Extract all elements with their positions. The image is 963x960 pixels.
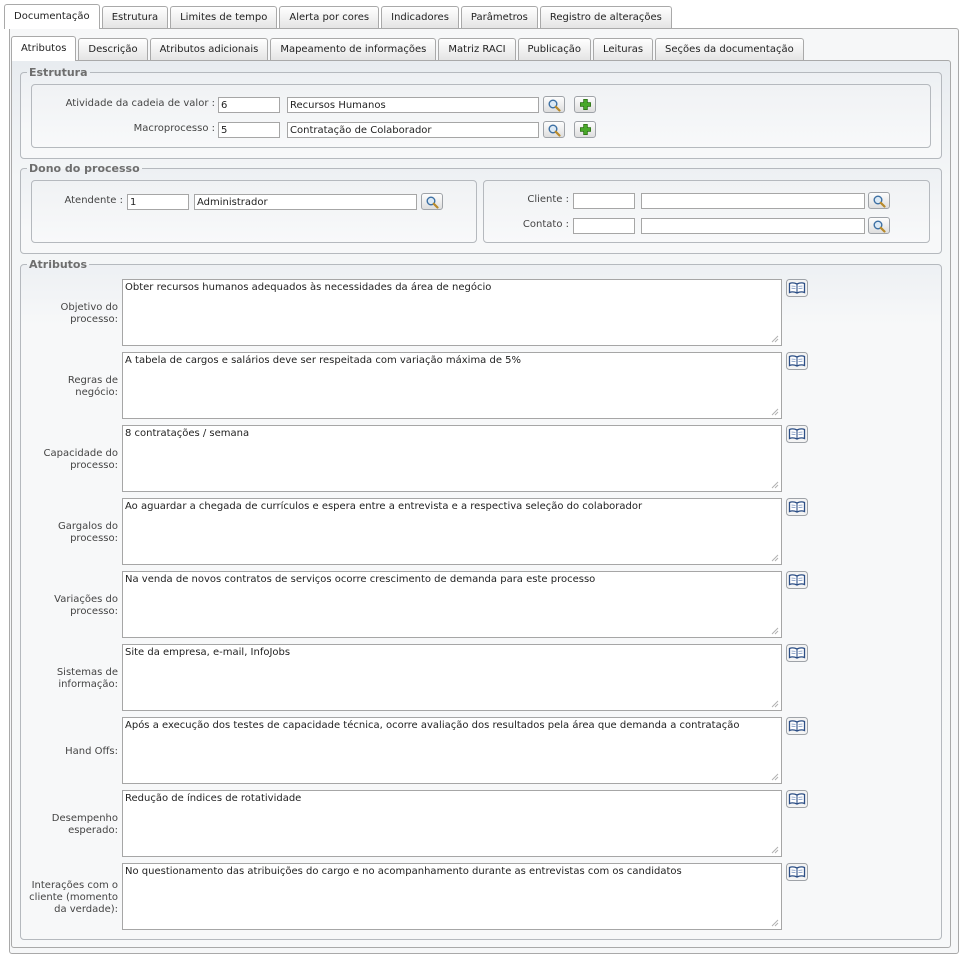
atividade-code-field[interactable]: 6: [218, 97, 280, 113]
outer-tab-bar: Documentação Estrutura Limites de tempo …: [4, 4, 674, 29]
book-icon[interactable]: [786, 644, 808, 662]
objetivo-text: Obter recursos humanos adequados às nece…: [125, 282, 492, 293]
book-icon[interactable]: [786, 790, 808, 808]
book-icon[interactable]: [786, 863, 808, 881]
gargalos-text: Ao aguardar a chegada de currículos e es…: [125, 501, 643, 512]
resize-grip-icon[interactable]: [771, 481, 779, 489]
capacidade-text: 8 contratações / semana: [125, 428, 250, 439]
book-icon[interactable]: [786, 279, 808, 297]
atendente-box: [31, 180, 477, 243]
sistemas-textarea[interactable]: Site da empresa, e-mail, InfoJobs: [122, 644, 782, 711]
regras-label: Regras de negócio:: [67, 375, 118, 398]
resize-grip-icon[interactable]: [771, 335, 779, 343]
resize-grip-icon[interactable]: [771, 700, 779, 708]
gargalos-textarea[interactable]: Ao aguardar a chegada de currículos e es…: [122, 498, 782, 565]
macroprocesso-add-button[interactable]: [574, 121, 596, 138]
variacoes-textarea[interactable]: Na venda de novos contratos de serviços …: [122, 571, 782, 638]
variacoes-label: Variações do processo:: [54, 594, 118, 617]
tab-descricao[interactable]: Descrição: [78, 38, 148, 61]
tab-leituras[interactable]: Leituras: [593, 38, 654, 61]
atividade-add-button[interactable]: [574, 96, 596, 113]
interacoes-label: Interações com o cliente (momento da ver…: [29, 880, 118, 915]
regras-textarea[interactable]: A tabela de cargos e salários deve ser r…: [122, 352, 782, 419]
cliente-name-field[interactable]: [641, 193, 865, 209]
macroprocesso-search-button[interactable]: [543, 121, 565, 138]
cliente-search-button[interactable]: [868, 192, 890, 209]
tab-atributos[interactable]: Atributos: [11, 36, 77, 61]
sistemas-text: Site da empresa, e-mail, InfoJobs: [125, 647, 291, 658]
variacoes-text: Na venda de novos contratos de serviços …: [125, 574, 596, 585]
atributos-legend: Atributos: [29, 258, 88, 271]
contato-name-field[interactable]: [641, 218, 865, 234]
sistemas-label: Sistemas de informação:: [56, 667, 118, 690]
tab-matriz-raci[interactable]: Matriz RACI: [438, 38, 516, 61]
tab-estrutura[interactable]: Estrutura: [101, 6, 169, 29]
contato-code-field[interactable]: [573, 218, 635, 234]
inner-tab-bar: Atributos Descrição Atributos adicionais…: [11, 36, 806, 61]
resize-grip-icon[interactable]: [771, 773, 779, 781]
tab-alerta-por-cores[interactable]: Alerta por cores: [279, 6, 380, 29]
gargalos-label: Gargalos do processo:: [57, 521, 118, 544]
estrutura-box: [31, 84, 931, 148]
cliente-label: Cliente :: [527, 194, 569, 205]
tab-secoes-da-documentacao[interactable]: Seções da documentação: [655, 38, 804, 61]
resize-grip-icon[interactable]: [771, 408, 779, 416]
search-icon: [872, 194, 886, 208]
interacoes-text: No questionamento das atribuições do car…: [125, 866, 682, 877]
cliente-code-field[interactable]: [573, 193, 635, 209]
search-icon: [425, 195, 439, 209]
plus-icon: [579, 123, 592, 136]
book-icon[interactable]: [786, 571, 808, 589]
atendente-name-field[interactable]: Administrador: [194, 194, 417, 210]
resize-grip-icon[interactable]: [771, 554, 779, 562]
search-icon: [547, 123, 561, 137]
book-icon[interactable]: [786, 498, 808, 516]
tab-registro-de-alteracoes[interactable]: Registro de alterações: [539, 6, 672, 29]
interacoes-textarea[interactable]: No questionamento das atribuições do car…: [122, 863, 782, 930]
macroprocesso-code-field[interactable]: 5: [218, 122, 280, 138]
tab-atributos-adicionais[interactable]: Atributos adicionais: [149, 38, 269, 61]
objetivo-label: Objetivo do processo:: [60, 302, 118, 325]
objetivo-textarea[interactable]: Obter recursos humanos adequados às nece…: [122, 279, 782, 346]
book-icon[interactable]: [786, 425, 808, 443]
resize-grip-icon[interactable]: [771, 919, 779, 927]
atendente-label: Atendente :: [64, 195, 123, 206]
resize-grip-icon[interactable]: [771, 846, 779, 854]
contato-search-button[interactable]: [868, 217, 890, 234]
search-icon: [547, 98, 561, 112]
regras-text: A tabela de cargos e salários deve ser r…: [125, 355, 522, 366]
search-icon: [872, 219, 886, 233]
handoffs-text: Após a execução dos testes de capacidade…: [125, 720, 740, 731]
tab-publicacao[interactable]: Publicação: [517, 38, 591, 61]
atividade-search-button[interactable]: [543, 96, 565, 113]
desempenho-label: Desempenho esperado:: [51, 813, 118, 836]
atendente-code-field[interactable]: 1: [127, 194, 189, 210]
tab-parametros[interactable]: Parâmetros: [460, 6, 538, 29]
resize-grip-icon[interactable]: [771, 627, 779, 635]
tab-indicadores[interactable]: Indicadores: [381, 6, 459, 29]
handoffs-textarea[interactable]: Após a execução dos testes de capacidade…: [122, 717, 782, 784]
plus-icon: [579, 98, 592, 111]
handoffs-label: Hand Offs:: [65, 746, 118, 757]
macroprocesso-name-field[interactable]: Contratação de Colaborador: [287, 122, 539, 138]
desempenho-textarea[interactable]: Redução de índices de rotatividade: [122, 790, 782, 857]
dono-legend: Dono do processo: [29, 162, 140, 175]
atividade-name-field[interactable]: Recursos Humanos: [287, 97, 539, 113]
tab-limites-de-tempo[interactable]: Limites de tempo: [170, 6, 278, 29]
macroprocesso-label: Macroprocesso :: [133, 123, 215, 134]
atividade-label: Atividade da cadeia de valor :: [65, 98, 215, 109]
book-icon[interactable]: [786, 717, 808, 735]
estrutura-legend: Estrutura: [29, 66, 88, 79]
atendente-search-button[interactable]: [421, 193, 443, 210]
desempenho-text: Redução de índices de rotatividade: [125, 793, 302, 804]
tab-documentacao[interactable]: Documentação: [4, 4, 100, 29]
book-icon[interactable]: [786, 352, 808, 370]
contato-label: Contato :: [522, 219, 569, 230]
tab-mapeamento-de-informacoes[interactable]: Mapeamento de informações: [270, 38, 437, 61]
capacidade-textarea[interactable]: 8 contratações / semana: [122, 425, 782, 492]
capacidade-label: Capacidade do processo:: [43, 448, 118, 471]
